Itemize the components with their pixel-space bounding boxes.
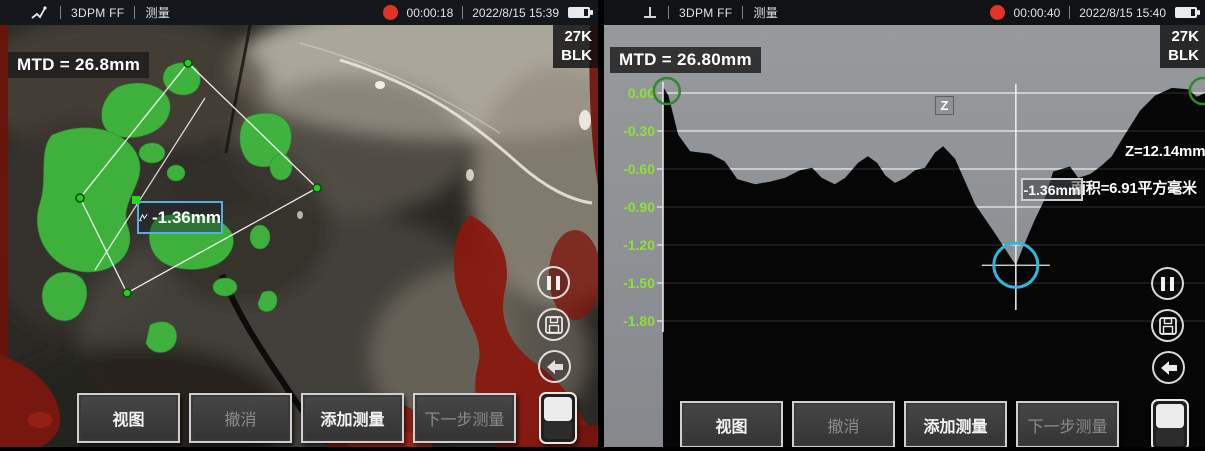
borescope-photo <box>0 25 598 451</box>
display-toggle-button[interactable] <box>1151 399 1189 451</box>
divider <box>1069 6 1070 19</box>
y-tick-label: -1.80 <box>623 313 655 329</box>
y-tick-label: -0.90 <box>623 199 655 215</box>
measure-point[interactable] <box>123 289 131 297</box>
depth-result-box[interactable]: -1.36mm <box>137 201 223 234</box>
left-toolbar: 视图 撤消 添加测量 下一步测量 <box>77 393 516 443</box>
save-floppy-icon <box>1158 316 1178 336</box>
measure-point[interactable] <box>184 59 192 67</box>
divider <box>60 6 61 19</box>
y-tick-label: -0.60 <box>623 161 655 177</box>
undo-button[interactable]: 撤消 <box>189 393 292 443</box>
record-time: 00:00:18 <box>407 6 454 20</box>
depth-value: -1.36mm <box>152 208 221 228</box>
back-button[interactable] <box>538 350 571 383</box>
undo-button[interactable]: 撤消 <box>792 401 895 448</box>
next-measurement-button[interactable]: 下一步测量 <box>1016 401 1119 448</box>
tab-measure[interactable]: 测量 <box>753 4 778 21</box>
pause-icon <box>1161 277 1174 291</box>
datetime: 2022/8/15 15:39 <box>472 6 559 20</box>
z-measurement-value: Z=12.14mm <box>1125 143 1205 160</box>
left-panel-camera-view: 3DPM FF 测量 00:00:18 2022/8/15 15:39 MTD … <box>0 0 598 451</box>
profile-silhouette <box>663 87 1205 451</box>
badge-resolution: 27K <box>1168 27 1199 46</box>
area-measurement-value: 面积=6.91平方毫米 <box>1071 177 1197 198</box>
mtd-readout: MTD = 26.80mm <box>610 47 761 73</box>
pause-button[interactable] <box>1151 267 1184 300</box>
y-tick-label: -0.30 <box>623 123 655 139</box>
depth-result-box[interactable]: -1.36mm <box>1021 178 1083 201</box>
right-panel-depth-profile: 0.00 -0.30 -0.60 -0.90 -1.20 -1.50 -1.80 3DPM … <box>604 0 1205 451</box>
probe-tip-icon <box>30 5 50 21</box>
divider <box>134 6 135 19</box>
divider <box>668 6 669 19</box>
battery-icon <box>1175 7 1197 18</box>
mtd-readout: MTD = 26.8mm <box>8 52 149 78</box>
z-cursor-tag[interactable]: Z <box>935 96 954 115</box>
left-topbar: 3DPM FF 测量 00:00:18 2022/8/15 15:39 <box>0 0 598 25</box>
pause-button[interactable] <box>537 266 570 299</box>
depth-measure-icon <box>139 210 149 225</box>
screen-bottom-edge <box>0 447 1205 451</box>
save-button[interactable] <box>1151 309 1184 342</box>
badge-resolution: 27K <box>561 27 592 46</box>
y-tick-label: -1.20 <box>623 237 655 253</box>
record-time: 00:00:40 <box>1014 6 1061 20</box>
badge-mode: BLK <box>561 46 592 65</box>
divider <box>462 6 463 19</box>
display-toggle-button[interactable] <box>539 392 577 444</box>
view-button[interactable]: 视图 <box>77 393 180 443</box>
view-button[interactable]: 视图 <box>680 401 783 448</box>
stream-badge: 27K BLK <box>1160 25 1205 68</box>
add-measurement-button[interactable]: 添加测量 <box>301 393 404 443</box>
back-arrow-icon <box>1159 359 1179 377</box>
dual-view-measurement-screen: 3DPM FF 测量 00:00:18 2022/8/15 15:39 MTD … <box>0 0 1205 451</box>
record-indicator-icon <box>990 5 1005 20</box>
datetime: 2022/8/15 15:40 <box>1079 6 1166 20</box>
right-toolbar: 视图 撤消 添加测量 下一步测量 <box>680 401 1119 448</box>
save-button[interactable] <box>537 308 570 341</box>
tab-measure[interactable]: 测量 <box>145 4 170 21</box>
back-arrow-icon <box>545 358 565 376</box>
depth-anchor-point[interactable] <box>132 196 140 204</box>
divider <box>742 6 743 19</box>
right-topbar: 3DPM FF 测量 00:00:40 2022/8/15 15:40 <box>604 0 1205 25</box>
mode-label: 3DPM FF <box>71 6 124 20</box>
battery-icon <box>568 7 590 18</box>
depth-profile-mode-icon <box>642 5 658 20</box>
pause-icon <box>547 276 560 290</box>
back-button[interactable] <box>1152 351 1185 384</box>
mode-label: 3DPM FF <box>679 6 732 20</box>
y-tick-label: 0.00 <box>628 85 655 101</box>
record-indicator-icon <box>383 5 398 20</box>
y-tick-label: -1.50 <box>623 275 655 291</box>
add-measurement-button[interactable]: 添加测量 <box>904 401 1007 448</box>
save-floppy-icon <box>544 315 564 335</box>
badge-mode: BLK <box>1168 46 1199 65</box>
measure-point[interactable] <box>76 194 84 202</box>
next-measurement-button[interactable]: 下一步测量 <box>413 393 516 443</box>
measure-point[interactable] <box>313 184 321 192</box>
stream-badge: 27K BLK <box>553 25 598 68</box>
